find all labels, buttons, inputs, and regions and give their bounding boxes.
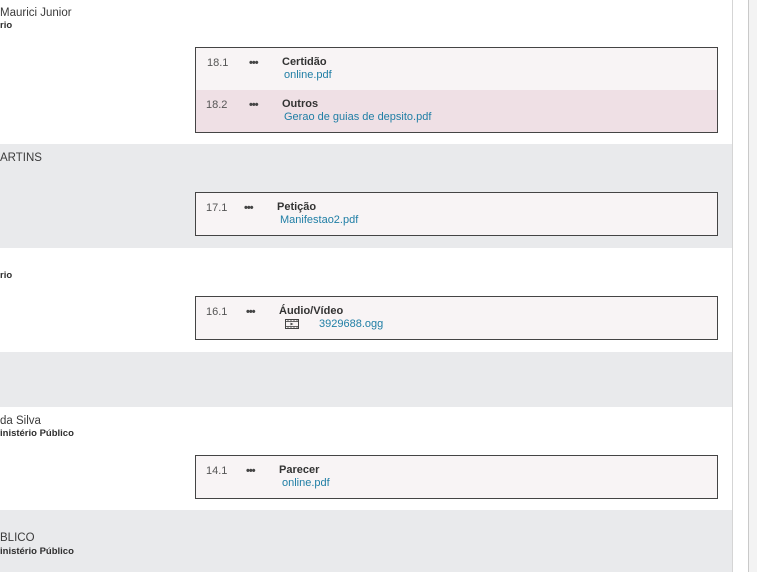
entry-author: ARTINS <box>0 152 42 164</box>
entry-row <box>0 510 732 572</box>
entry-author: Maurici Junior <box>0 7 72 19</box>
document-file-link[interactable]: Gerao de guias de depsito.pdf <box>284 111 431 123</box>
document-list: 16.1 ••• Áudio/Vídeo 3929688.ogg <box>195 296 718 340</box>
entry-role: inistério Público <box>0 546 74 557</box>
entry-role: rio <box>0 270 13 281</box>
document-file-link[interactable]: online.pdf <box>284 69 332 81</box>
document-type: Parecer <box>279 464 320 476</box>
more-dots-icon[interactable]: ••• <box>246 306 256 318</box>
film-icon <box>285 319 299 329</box>
document-item: 18.2 ••• Outros Gerao de guias de depsit… <box>196 90 717 132</box>
document-item: 18.1 ••• Certidão online.pdf <box>196 48 717 90</box>
document-file-link[interactable]: Manifestao2.pdf <box>280 214 358 226</box>
document-file-link[interactable]: 3929688.ogg <box>319 318 383 330</box>
entry-author: BLICO <box>0 532 35 544</box>
document-number: 17.1 <box>206 202 228 214</box>
entry-row <box>0 352 732 407</box>
more-dots-icon[interactable]: ••• <box>249 99 259 111</box>
document-item: 16.1 ••• Áudio/Vídeo 3929688.ogg <box>196 297 717 339</box>
document-type: Petição <box>277 201 317 213</box>
document-item: 14.1 ••• Parecer online.pdf <box>196 456 717 498</box>
document-number: 14.1 <box>206 465 228 477</box>
entry-author: da Silva <box>0 415 41 427</box>
scrollbar[interactable] <box>733 0 748 572</box>
document-number: 16.1 <box>206 306 228 318</box>
more-dots-icon[interactable]: ••• <box>249 57 259 69</box>
document-item: 17.1 ••• Petição Manifestao2.pdf <box>196 193 717 235</box>
document-list: 18.1 ••• Certidão online.pdf 18.2 ••• Ou… <box>195 47 718 133</box>
document-list: 17.1 ••• Petição Manifestao2.pdf <box>195 192 718 236</box>
scrollbar-track[interactable] <box>749 0 757 572</box>
document-number: 18.2 <box>206 99 228 111</box>
document-number: 18.1 <box>207 57 229 69</box>
more-dots-icon[interactable]: ••• <box>244 202 254 214</box>
document-type: Outros <box>282 98 319 110</box>
entry-role: rio <box>0 20 13 31</box>
more-dots-icon[interactable]: ••• <box>246 465 256 477</box>
entry-role: inistério Público <box>0 428 74 439</box>
document-list: 14.1 ••• Parecer online.pdf <box>195 455 718 499</box>
document-type: Certidão <box>282 56 327 68</box>
document-file-link[interactable]: online.pdf <box>282 477 330 489</box>
document-type: Áudio/Vídeo <box>279 305 344 317</box>
